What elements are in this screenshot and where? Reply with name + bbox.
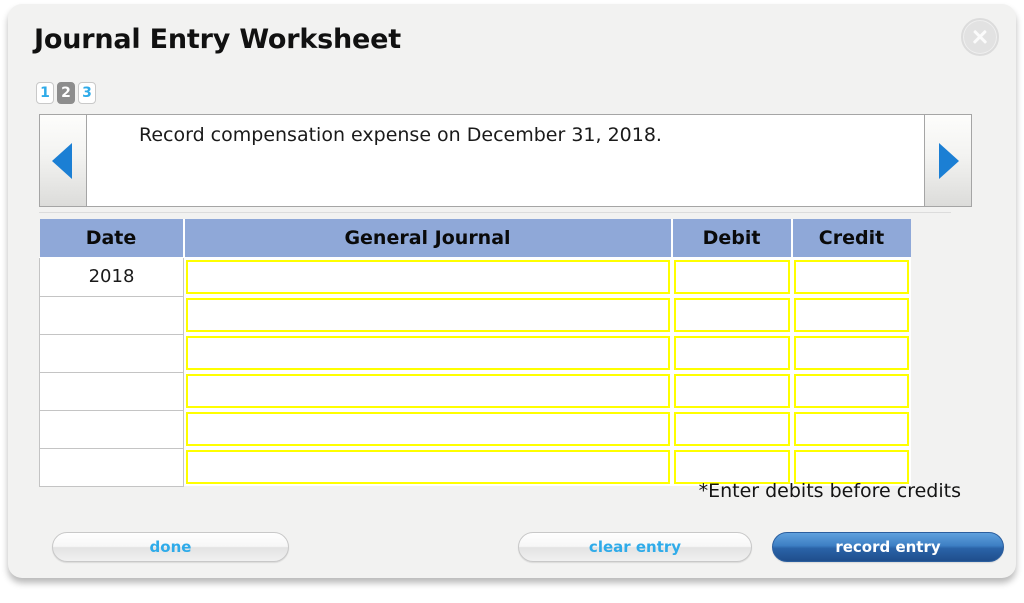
previous-entry-button[interactable] [39,114,87,207]
table-row [39,409,911,449]
record-entry-button[interactable]: record entry [772,532,1004,562]
table-row: 2018 [39,257,911,297]
table-header-row: Date General Journal Debit Credit [39,219,911,258]
general-journal-cell [183,410,672,448]
credit-input[interactable] [793,450,909,484]
date-cell: 2018 [39,257,184,297]
table-row [39,371,911,411]
general-journal-input[interactable] [186,260,670,294]
chevron-right-icon [939,142,959,179]
debit-input[interactable] [673,374,790,408]
column-header-general-journal: General Journal [183,219,673,258]
debit-input[interactable] [673,412,790,446]
step-tab-2[interactable]: 2 [57,82,75,104]
debit-input[interactable] [673,336,790,370]
debit-input[interactable] [673,298,790,332]
general-journal-input[interactable] [186,298,670,332]
step-tab-1[interactable]: 1 [36,82,54,104]
credit-cell [791,296,911,334]
date-cell [39,371,184,411]
credit-input[interactable] [793,412,909,446]
credit-input[interactable] [793,260,909,294]
column-header-debit: Debit [671,219,793,258]
general-journal-input[interactable] [186,336,670,370]
credit-input[interactable] [793,336,909,370]
footnote: *Enter debits before credits [698,480,961,502]
general-journal-cell [183,448,672,486]
general-journal-input[interactable] [186,450,670,484]
column-header-credit: Credit [791,219,911,258]
date-cell [39,409,184,449]
general-journal-cell [183,372,672,410]
debit-input[interactable] [673,450,790,484]
chevron-left-icon [52,142,72,179]
debit-cell [671,296,792,334]
step-tabs: 1 2 3 [36,82,96,104]
general-journal-cell [183,334,672,372]
general-journal-cell [183,257,672,296]
step-tab-3[interactable]: 3 [78,82,96,104]
credit-input[interactable] [793,374,909,408]
date-cell [39,333,184,373]
date-cell [39,447,184,487]
close-icon[interactable] [961,18,999,56]
general-journal-input[interactable] [186,374,670,408]
debit-cell [671,334,792,372]
table-row [39,333,911,373]
date-cell [39,295,184,335]
debit-cell [671,257,792,296]
column-header-date: Date [39,219,185,258]
credit-input[interactable] [793,298,909,332]
clear-entry-button[interactable]: clear entry [518,532,752,562]
prompt-text: Record compensation expense on December … [139,124,662,146]
prompt-panel: Record compensation expense on December … [39,114,972,207]
credit-cell [791,410,911,448]
credit-cell [791,334,911,372]
credit-cell [791,257,911,296]
debit-cell [671,410,792,448]
prompt-box: Record compensation expense on December … [86,114,925,207]
divider [39,212,951,213]
general-journal-cell [183,296,672,334]
general-journal-input[interactable] [186,412,670,446]
journal-entry-dialog: Journal Entry Worksheet 1 2 3 Record com… [8,4,1016,578]
debit-input[interactable] [673,260,790,294]
next-entry-button[interactable] [924,114,972,207]
page-title: Journal Entry Worksheet [34,24,401,55]
credit-cell [791,372,911,410]
journal-entry-table: Date General Journal Debit Credit 2018 [39,219,911,487]
done-button[interactable]: done [52,532,289,562]
table-row [39,295,911,335]
debit-cell [671,372,792,410]
